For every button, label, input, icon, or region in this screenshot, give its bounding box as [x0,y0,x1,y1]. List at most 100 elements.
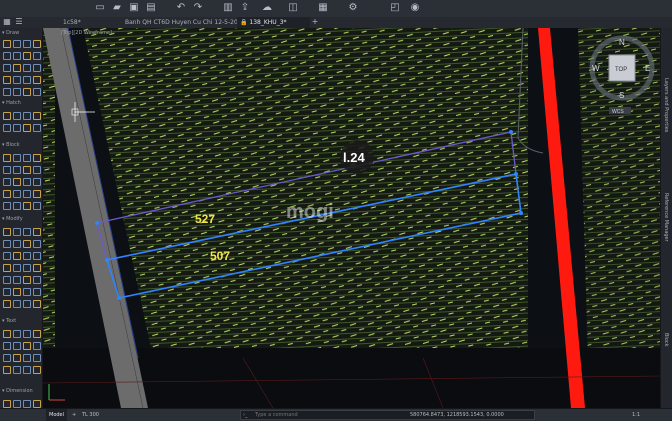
modify-tool-icon[interactable] [23,288,31,296]
palette-section-draw[interactable]: ▾ Draw [2,30,19,36]
modify-tool-icon[interactable] [3,228,11,236]
draw-tool-icon[interactable] [3,52,11,60]
draw-tool-icon[interactable] [3,40,11,48]
modify-tool-icon[interactable] [33,288,41,296]
text-tool-icon[interactable] [33,366,41,374]
block-tool-icon[interactable] [13,154,21,162]
text-tool-icon[interactable] [33,330,41,338]
text-tool-icon[interactable] [13,354,21,362]
compass-w[interactable]: W [592,64,600,73]
text-tool-icon[interactable] [3,342,11,350]
block-tool-icon[interactable] [23,154,31,162]
modify-tool-icon[interactable] [33,276,41,284]
modify-tool-icon[interactable] [13,240,21,248]
text-tool-icon[interactable] [23,366,31,374]
dimension-tool-icon[interactable] [13,400,21,408]
draw-tool-icon[interactable] [13,52,21,60]
block-tool-icon[interactable] [3,202,11,210]
save-icon[interactable]: ▣ [129,3,139,13]
cloud-icon[interactable]: ☁ [262,3,272,13]
draw-tool-icon[interactable] [23,52,31,60]
measure-icon[interactable]: ◰ [390,3,400,13]
block-tool-icon[interactable] [33,202,41,210]
draw-tool-icon[interactable] [3,88,11,96]
reference-manager-tab[interactable]: Reference Manager [663,193,669,242]
palette-section-text[interactable]: ▾ Text [2,318,16,324]
draw-tool-icon[interactable] [23,76,31,84]
hatch-tool-icon[interactable] [3,112,11,120]
dimension-tool-icon[interactable] [3,400,11,408]
block-tool-icon[interactable] [3,166,11,174]
viewport-label[interactable]: [Top][2D Wireframe] [61,30,112,36]
block-tool-icon[interactable] [3,178,11,186]
scale-readout[interactable]: 1:1 [632,409,640,421]
hatch-tool-icon[interactable] [33,112,41,120]
open-folder-icon[interactable]: ▰ [112,3,122,13]
block-tool-icon[interactable] [23,190,31,198]
text-tool-icon[interactable] [3,330,11,338]
hatch-tool-icon[interactable] [3,124,11,132]
modify-tool-icon[interactable] [33,240,41,248]
tab-drawing-3[interactable]: 🔒 138_KHU_3* [237,17,310,28]
palette-section-modify[interactable]: ▾ Modify [2,216,23,222]
palette-section-block[interactable]: ▾ Block [2,142,20,148]
text-tool-icon[interactable] [33,342,41,350]
tab-drawing-2[interactable]: Banh QH CT6D Huyen Cu Chi 12-5-2023* [122,17,248,28]
modify-tool-icon[interactable] [3,300,11,308]
modify-tool-icon[interactable] [13,300,21,308]
block-tool-icon[interactable] [3,154,11,162]
palette-section-hatch[interactable]: ▾ Hatch [2,100,21,106]
menu-icon[interactable]: ☰ [14,17,24,27]
compass-n[interactable]: N [619,38,625,47]
hatch-tool-icon[interactable] [23,124,31,132]
draw-tool-icon[interactable] [13,64,21,72]
modify-tool-icon[interactable] [23,300,31,308]
print-icon[interactable]: ▥ [223,3,233,13]
draw-tool-icon[interactable] [33,88,41,96]
modify-tool-icon[interactable] [3,264,11,272]
hatch-tool-icon[interactable] [13,112,21,120]
modify-tool-icon[interactable] [13,288,21,296]
compass-e[interactable]: E [645,64,650,73]
block-tool-icon[interactable] [13,202,21,210]
dimension-tool-icon[interactable] [23,400,31,408]
text-tool-icon[interactable] [23,330,31,338]
draw-tool-icon[interactable] [33,40,41,48]
draw-tool-icon[interactable] [33,76,41,84]
layer-icon[interactable]: ◫ [288,3,298,13]
hatch-tool-icon[interactable] [33,124,41,132]
modify-tool-icon[interactable] [33,252,41,260]
block-tool-icon[interactable] [23,202,31,210]
modify-tool-icon[interactable] [3,276,11,284]
modify-tool-icon[interactable] [3,288,11,296]
modify-tool-icon[interactable] [3,240,11,248]
block-tool-icon[interactable] [33,154,41,162]
redo-icon[interactable]: ↷ [193,3,203,13]
block-tool-icon[interactable] [13,178,21,186]
modify-tool-icon[interactable] [23,264,31,272]
user-icon[interactable]: ◉ [410,3,420,13]
modify-tool-icon[interactable] [23,252,31,260]
modify-tool-icon[interactable] [33,228,41,236]
model-tab[interactable]: Model [46,409,68,421]
text-tool-icon[interactable] [13,366,21,374]
drawing-canvas[interactable]: 527 507 l.24 mogi TOP N S E W WCS [43,28,660,408]
modify-tool-icon[interactable] [23,276,31,284]
text-tool-icon[interactable] [13,342,21,350]
hatch-tool-icon[interactable] [23,112,31,120]
modify-tool-icon[interactable] [23,240,31,248]
modify-tool-icon[interactable] [33,264,41,272]
save-as-icon[interactable]: ▤ [146,3,156,13]
dimension-tool-icon[interactable] [33,400,41,408]
settings-icon[interactable]: ⚙ [348,3,358,13]
block-tool-icon[interactable] [3,190,11,198]
hatch-tool-icon[interactable] [13,124,21,132]
start-tab-icon[interactable]: ▦ [2,17,12,27]
modify-tool-icon[interactable] [13,264,21,272]
modify-tool-icon[interactable] [33,300,41,308]
share-icon[interactable]: ⇪ [240,3,250,13]
draw-tool-icon[interactable] [33,64,41,72]
new-file-icon[interactable]: ▭ [95,3,105,13]
modify-tool-icon[interactable] [3,252,11,260]
draw-tool-icon[interactable] [23,64,31,72]
